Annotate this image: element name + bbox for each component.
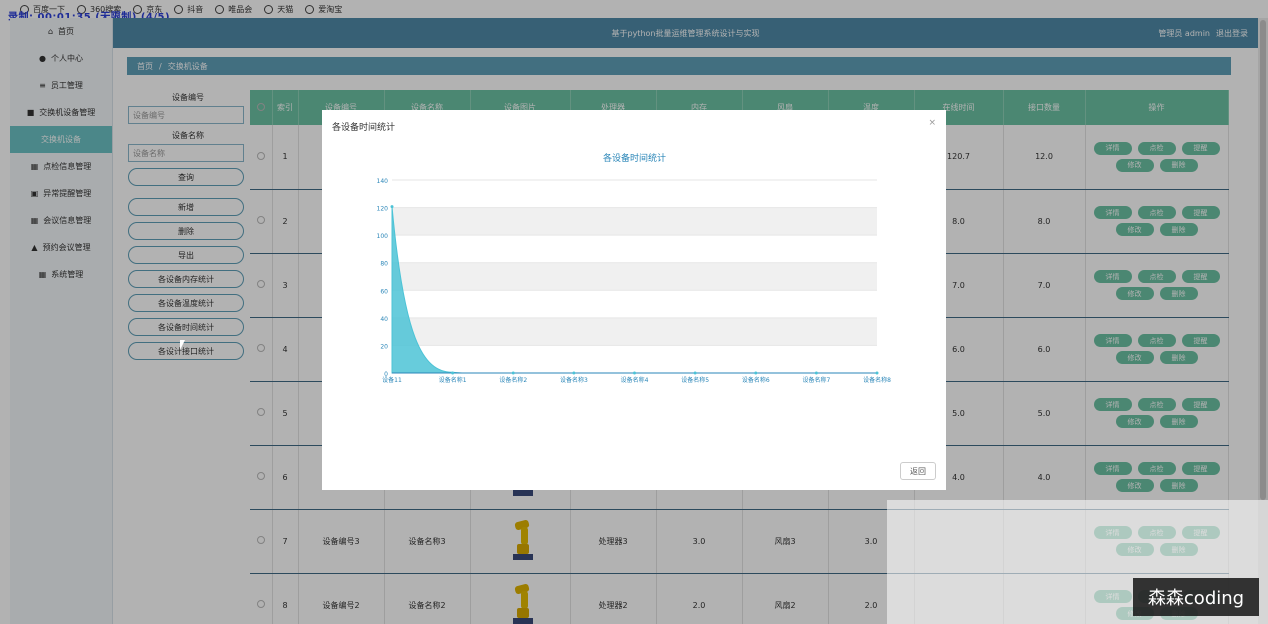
grid-band: [392, 262, 877, 291]
stats-modal: 各设备时间统计 × 各设备时间统计 0 20 40 60 80 100 120 140 设备11 设…: [322, 110, 946, 490]
y-tick-label: 40: [380, 316, 388, 323]
grid-band: [392, 207, 877, 236]
x-tick-label: 设备名称7: [802, 376, 830, 384]
x-tick-label: 设备名称5: [681, 376, 709, 384]
x-tick-label: 设备名称4: [621, 376, 649, 384]
data-point: [875, 371, 879, 375]
data-point: [390, 205, 394, 209]
y-tick-label: 140: [377, 178, 389, 185]
y-tick-label: 100: [377, 233, 389, 240]
y-tick-label: 80: [380, 261, 388, 268]
data-point: [693, 371, 697, 375]
mouse-cursor: [180, 340, 190, 350]
x-tick-label: 设备名称1: [439, 376, 467, 384]
modal-title: 各设备时间统计: [332, 123, 396, 133]
chart-title: 各设备时间统计: [603, 152, 666, 164]
data-point: [511, 371, 515, 375]
watermark: 森森coding: [1133, 578, 1259, 616]
data-point: [754, 371, 758, 375]
x-tick-label: 设备名称2: [499, 376, 527, 384]
grid-band: [392, 317, 877, 346]
x-tick-label: 设备名称3: [560, 376, 588, 384]
data-point: [633, 371, 636, 375]
back-button[interactable]: 返回: [900, 462, 936, 480]
time-stats-chart: 各设备时间统计020406080100120140设备11 设备名称1 设备名称2 设…: [377, 152, 892, 384]
x-tick-label: 设备名称6: [742, 376, 770, 384]
y-tick-label: 120: [377, 206, 389, 213]
x-tick-label: 设备11: [382, 376, 402, 384]
x-tick-label: 设备名称8: [863, 376, 891, 384]
data-point: [814, 371, 818, 375]
y-tick-label: 60: [380, 288, 388, 295]
y-tick-label: 20: [380, 343, 388, 350]
data-point: [451, 371, 455, 375]
data-point: [572, 371, 576, 375]
close-icon[interactable]: ×: [928, 118, 936, 128]
